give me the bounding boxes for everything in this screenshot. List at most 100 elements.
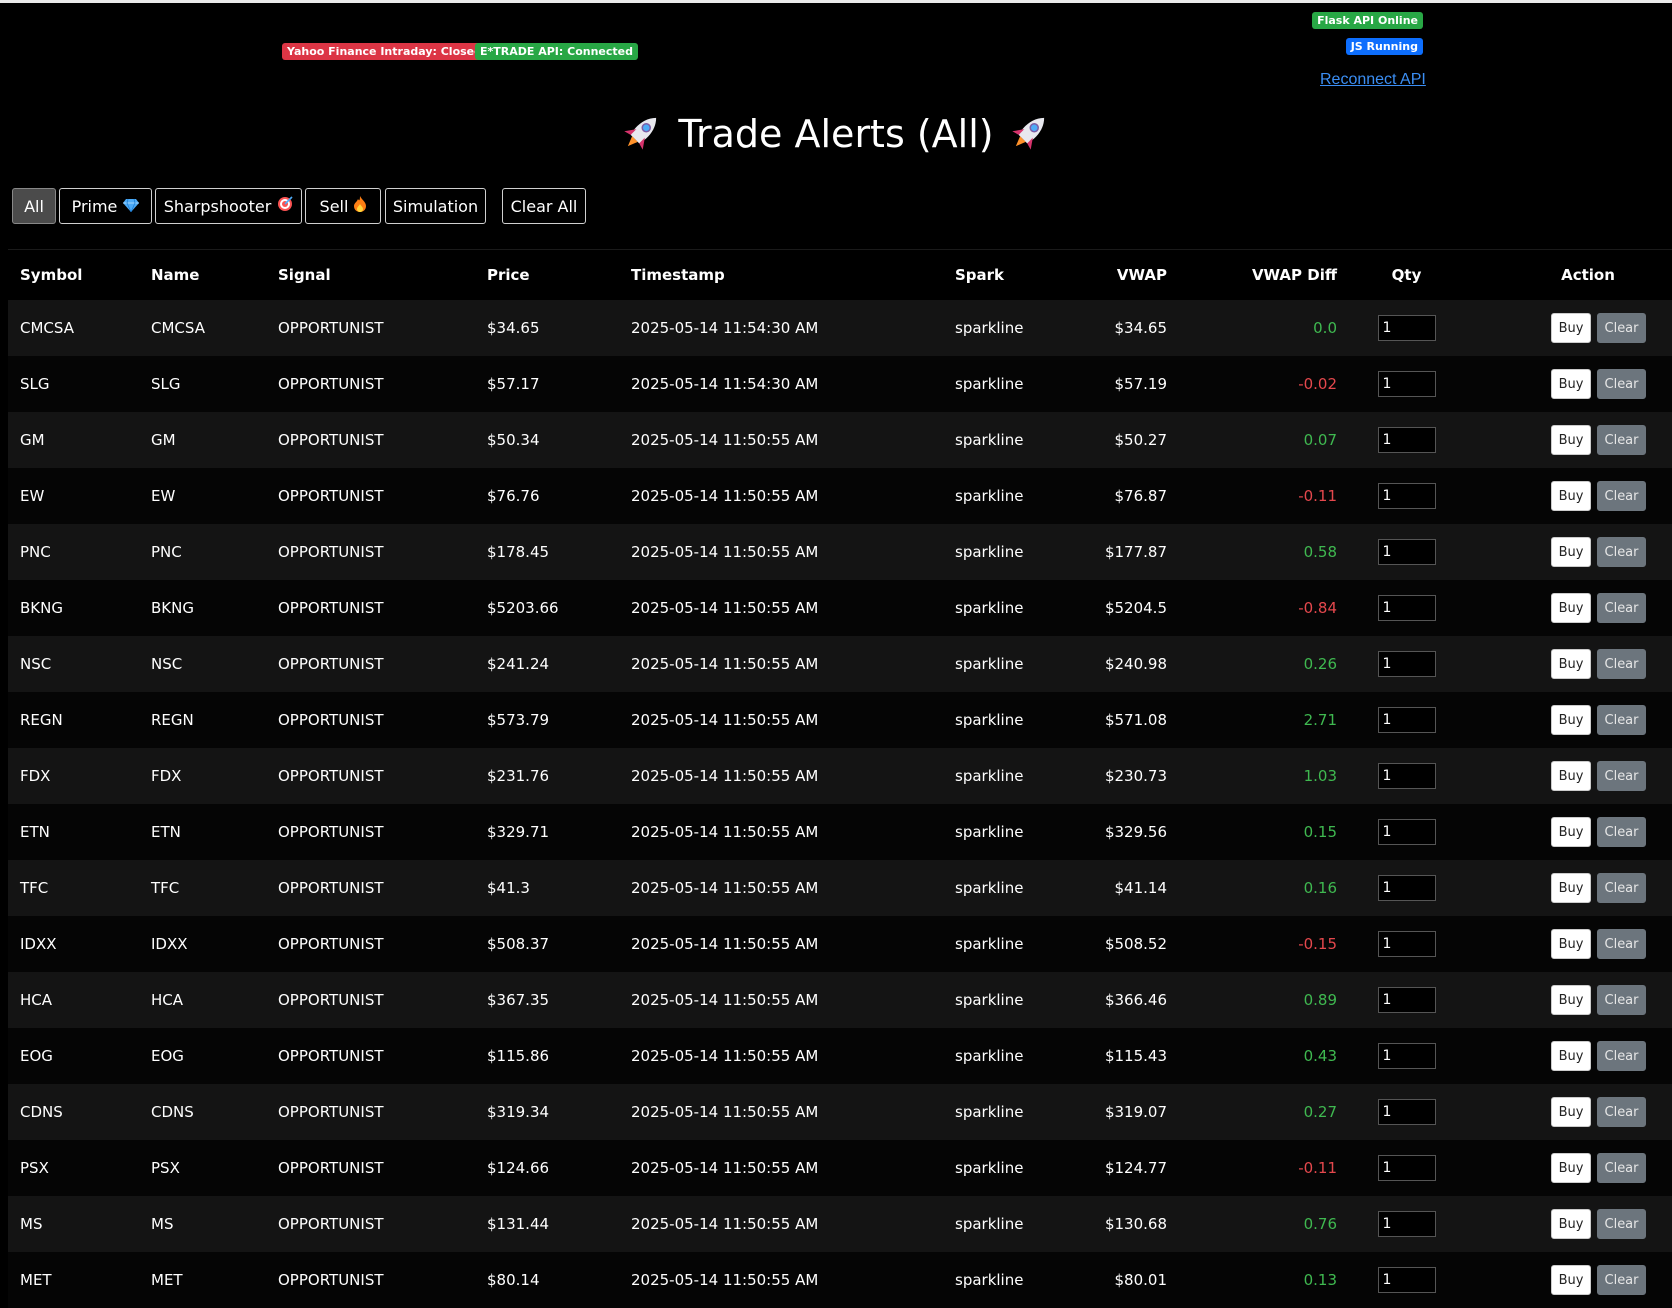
filter-simulation-button[interactable]: Simulation	[385, 188, 486, 224]
filter-all-button[interactable]: All	[12, 188, 56, 224]
clear-row-button[interactable]: Clear	[1597, 481, 1646, 511]
qty-input[interactable]	[1377, 1099, 1436, 1125]
top-border	[0, 0, 1672, 3]
qty-input[interactable]	[1377, 595, 1436, 621]
clear-row-button[interactable]: Clear	[1597, 313, 1646, 343]
cell-name: HCA	[139, 972, 266, 1028]
clear-row-button[interactable]: Clear	[1597, 369, 1646, 399]
cell-qty	[1349, 860, 1464, 916]
buy-button[interactable]: Buy	[1551, 1209, 1591, 1239]
qty-input[interactable]	[1377, 931, 1436, 957]
clear-row-button[interactable]: Clear	[1597, 1041, 1646, 1071]
header-spark[interactable]: Spark	[943, 249, 1065, 300]
qty-input[interactable]	[1377, 315, 1436, 341]
qty-input[interactable]	[1377, 1155, 1436, 1181]
buy-button[interactable]: Buy	[1551, 369, 1591, 399]
header-qty[interactable]: Qty	[1349, 249, 1464, 300]
cell-vwap-diff: 0.16	[1179, 860, 1349, 916]
qty-input[interactable]	[1377, 707, 1436, 733]
filter-prime-button[interactable]: Prime	[59, 188, 152, 224]
cell-qty	[1349, 692, 1464, 748]
clear-row-button[interactable]: Clear	[1597, 425, 1646, 455]
buy-button[interactable]: Buy	[1551, 313, 1591, 343]
cell-name: MS	[139, 1196, 266, 1252]
cell-signal: OPPORTUNIST	[266, 692, 475, 748]
cell-vwap-diff: 0.15	[1179, 804, 1349, 860]
clear-row-button[interactable]: Clear	[1597, 1097, 1646, 1127]
qty-input[interactable]	[1377, 1043, 1436, 1069]
header-signal[interactable]: Signal	[266, 249, 475, 300]
cell-symbol: CDNS	[8, 1084, 139, 1140]
table-row: IDXX IDXX OPPORTUNIST $508.37 2025-05-14 11:…	[8, 916, 1672, 972]
filter-sharpshooter-button[interactable]: Sharpshooter	[155, 188, 302, 224]
cell-spark: sparkline	[943, 300, 1065, 356]
buy-button[interactable]: Buy	[1551, 985, 1591, 1015]
buy-button[interactable]: Buy	[1551, 537, 1591, 567]
header-symbol[interactable]: Symbol	[8, 249, 139, 300]
clear-row-button[interactable]: Clear	[1597, 817, 1646, 847]
clear-row-button[interactable]: Clear	[1597, 537, 1646, 567]
clear-row-button[interactable]: Clear	[1597, 761, 1646, 791]
buy-button[interactable]: Buy	[1551, 649, 1591, 679]
qty-input[interactable]	[1377, 651, 1436, 677]
qty-input[interactable]	[1377, 427, 1436, 453]
header-vwap-diff[interactable]: VWAP Diff	[1179, 249, 1349, 300]
cell-vwap: $34.65	[1065, 300, 1179, 356]
buy-button[interactable]: Buy	[1551, 1265, 1591, 1295]
buy-button[interactable]: Buy	[1551, 761, 1591, 791]
filter-all-label: All	[24, 196, 44, 216]
alerts-table-body: CMCSA CMCSA OPPORTUNIST $34.65 2025-05-14 11…	[8, 300, 1672, 1308]
rocket-icon	[1008, 110, 1052, 163]
cell-spark: sparkline	[943, 412, 1065, 468]
cell-vwap: $5204.5	[1065, 580, 1179, 636]
qty-input[interactable]	[1377, 819, 1436, 845]
clear-row-button[interactable]: Clear	[1597, 1265, 1646, 1295]
clear-row-button[interactable]: Clear	[1597, 1209, 1646, 1239]
buy-button[interactable]: Buy	[1551, 481, 1591, 511]
clear-all-button[interactable]: Clear All	[502, 188, 586, 224]
clear-row-button[interactable]: Clear	[1597, 593, 1646, 623]
qty-input[interactable]	[1377, 875, 1436, 901]
buy-button[interactable]: Buy	[1551, 1097, 1591, 1127]
table-row: FDX FDX OPPORTUNIST $231.76 2025-05-14 11:50…	[8, 748, 1672, 804]
clear-row-button[interactable]: Clear	[1597, 985, 1646, 1015]
cell-timestamp: 2025-05-14 11:50:55 AM	[619, 412, 943, 468]
header-vwap[interactable]: VWAP	[1065, 249, 1179, 300]
clear-row-button[interactable]: Clear	[1597, 929, 1646, 959]
qty-input[interactable]	[1377, 987, 1436, 1013]
reconnect-api-link[interactable]: Reconnect API	[1320, 71, 1426, 89]
cell-spark: sparkline	[943, 860, 1065, 916]
qty-input[interactable]	[1377, 371, 1436, 397]
buy-button[interactable]: Buy	[1551, 873, 1591, 903]
buy-button[interactable]: Buy	[1551, 425, 1591, 455]
qty-input[interactable]	[1377, 1211, 1436, 1237]
etrade-status-badge: E*TRADE API: Connected	[475, 43, 638, 60]
cell-name: FDX	[139, 748, 266, 804]
buy-button[interactable]: Buy	[1551, 705, 1591, 735]
cell-action: Buy Clear	[1464, 300, 1672, 356]
clear-row-button[interactable]: Clear	[1597, 873, 1646, 903]
buy-button[interactable]: Buy	[1551, 1041, 1591, 1071]
header-price[interactable]: Price	[475, 249, 619, 300]
cell-price: $131.44	[475, 1196, 619, 1252]
clear-row-button[interactable]: Clear	[1597, 1153, 1646, 1183]
qty-input[interactable]	[1377, 1267, 1436, 1293]
buy-button[interactable]: Buy	[1551, 929, 1591, 959]
header-name[interactable]: Name	[139, 249, 266, 300]
qty-input[interactable]	[1377, 539, 1436, 565]
cell-name: CMCSA	[139, 300, 266, 356]
cell-action: Buy Clear	[1464, 1196, 1672, 1252]
header-timestamp[interactable]: Timestamp	[619, 249, 943, 300]
clear-row-button[interactable]: Clear	[1597, 705, 1646, 735]
qty-input[interactable]	[1377, 483, 1436, 509]
cell-action: Buy Clear	[1464, 860, 1672, 916]
cell-signal: OPPORTUNIST	[266, 412, 475, 468]
buy-button[interactable]: Buy	[1551, 593, 1591, 623]
cell-signal: OPPORTUNIST	[266, 356, 475, 412]
clear-row-button[interactable]: Clear	[1597, 649, 1646, 679]
qty-input[interactable]	[1377, 763, 1436, 789]
filter-sell-button[interactable]: Sell	[305, 188, 381, 224]
cell-action: Buy Clear	[1464, 692, 1672, 748]
buy-button[interactable]: Buy	[1551, 1153, 1591, 1183]
buy-button[interactable]: Buy	[1551, 817, 1591, 847]
